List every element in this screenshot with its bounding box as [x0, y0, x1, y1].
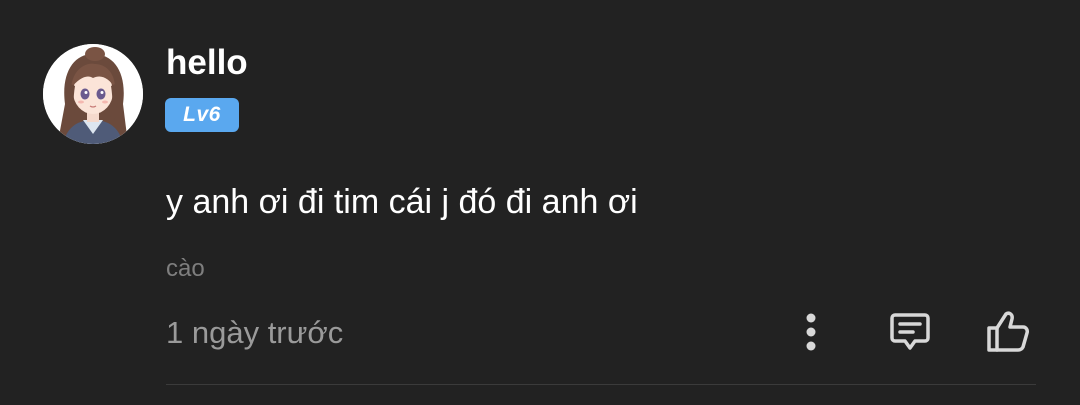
more-options-button[interactable]	[790, 308, 832, 356]
comment-text: y anh ơi đi tim cái j đó đi anh ơi	[166, 183, 638, 221]
comment-item: hello Lv6 y anh ơi đi tim cái j đó đi an…	[0, 0, 1080, 405]
username[interactable]: hello	[166, 42, 248, 84]
reply-button[interactable]	[884, 306, 936, 358]
avatar-illustration	[43, 44, 143, 144]
comment-tag: cào	[166, 255, 205, 282]
level-badge: Lv6	[165, 98, 239, 132]
avatar[interactable]	[43, 44, 143, 144]
comment-reply-icon	[890, 313, 930, 350]
like-button[interactable]	[982, 306, 1034, 358]
divider	[166, 384, 1036, 385]
comment-timestamp: 1 ngày trước	[166, 315, 344, 350]
more-vertical-icon	[806, 313, 816, 351]
thumbs-up-icon	[987, 311, 1029, 352]
